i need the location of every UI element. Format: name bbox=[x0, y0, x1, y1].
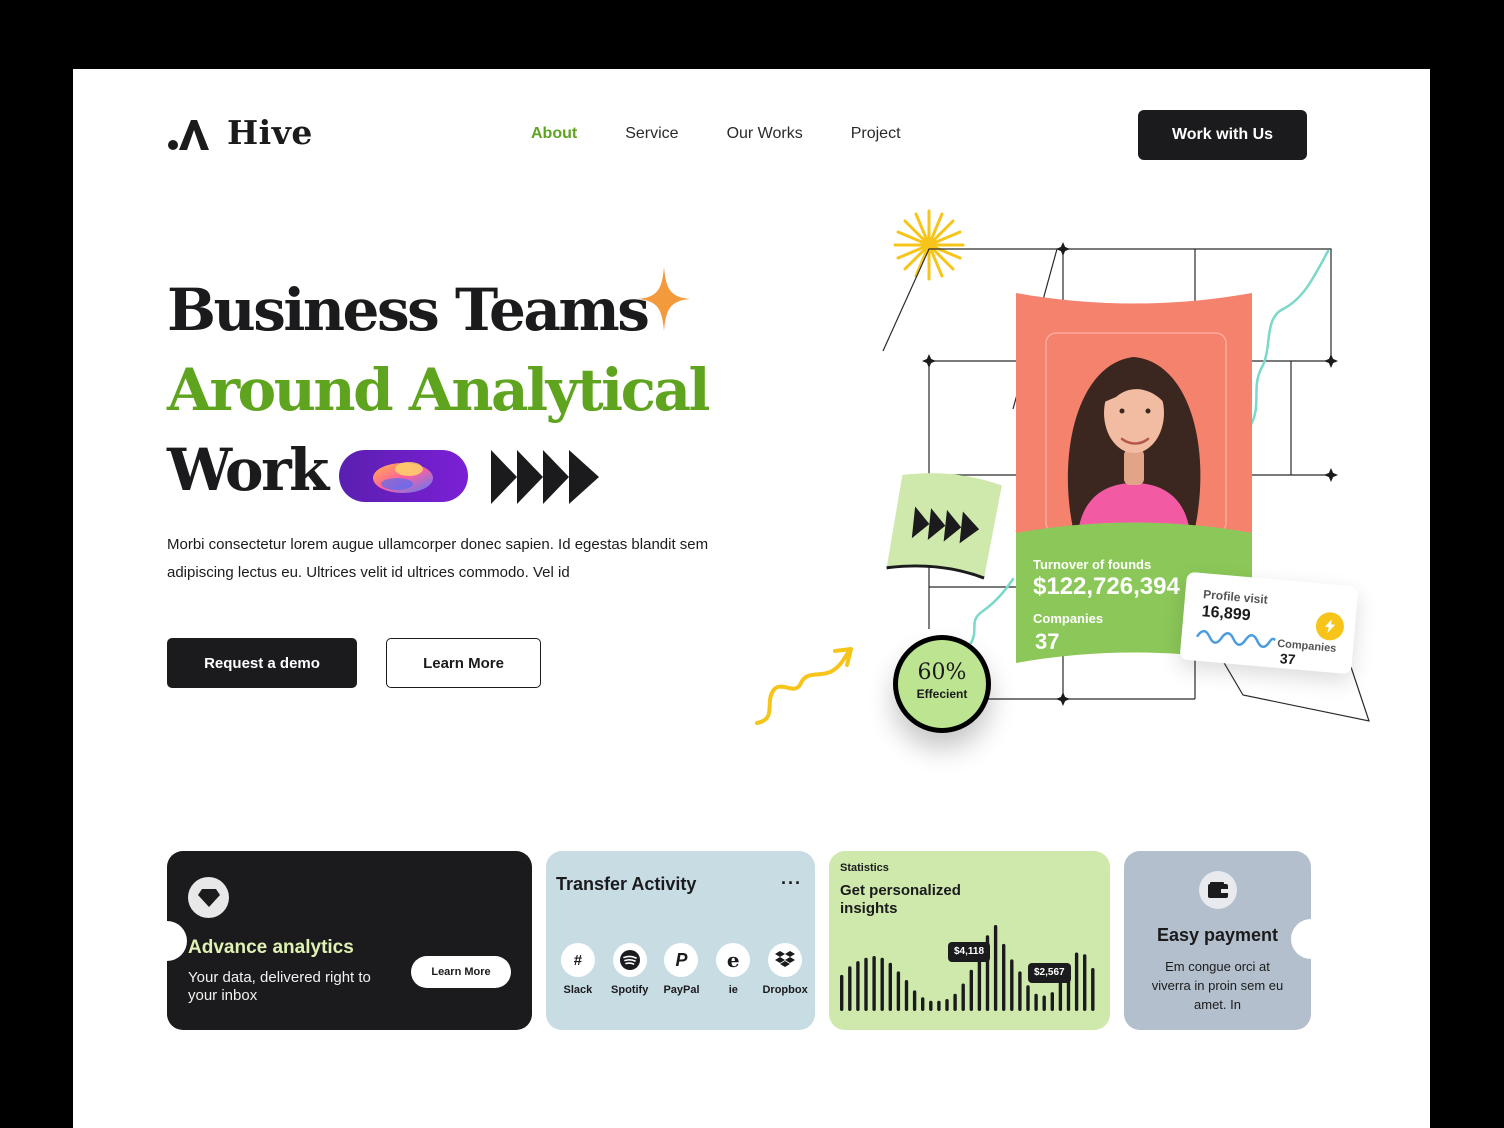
statistics-bar bbox=[888, 962, 892, 1011]
statistics-bar bbox=[1042, 995, 1046, 1011]
app-list: # Slack Spotify P PayPal e ie Dropbox bbox=[552, 943, 811, 996]
statistics-bar bbox=[872, 956, 876, 1011]
statistics-bar bbox=[929, 1000, 933, 1011]
statistics-bar bbox=[921, 997, 925, 1011]
brand-name: Hive bbox=[227, 113, 313, 152]
hero-headline-line-2: Around Analytical bbox=[167, 356, 711, 424]
companies-value: 37 bbox=[1035, 629, 1060, 654]
hero-illustration: Turnover of founds $122,726,394 Companie… bbox=[743, 199, 1383, 759]
easy-payment-card: Easy payment Em congue orci at viverra i… bbox=[1124, 851, 1311, 1030]
brand-logo[interactable]: Hive bbox=[167, 113, 313, 152]
statistics-title: Get personalized insights bbox=[840, 882, 961, 917]
slack-icon: # bbox=[560, 943, 595, 977]
gradient-pill-graphic bbox=[339, 450, 468, 502]
statistics-card: Statistics Get personalized insights $4,… bbox=[829, 851, 1110, 1030]
analytics-learn-more-button[interactable]: Learn More bbox=[411, 956, 511, 988]
statistics-bar bbox=[953, 993, 957, 1011]
payment-card-title: Easy payment bbox=[1156, 925, 1279, 945]
statistics-bar bbox=[912, 990, 917, 1011]
analytics-card-text: Your data, delivered right to your inbox bbox=[188, 969, 371, 1004]
efficiency-value: 60% bbox=[917, 660, 967, 685]
hero-description: Morbi consectetur lorem augue ullamcorpe… bbox=[167, 536, 709, 581]
statistics-bar bbox=[896, 971, 901, 1011]
hero-headline-line-1: Business Teams bbox=[167, 276, 650, 344]
tooltip-right: $2,567 bbox=[1028, 963, 1071, 983]
nav-project[interactable]: Project bbox=[851, 125, 901, 143]
companies-label: Companies bbox=[1033, 611, 1104, 626]
app-spotify[interactable]: Spotify bbox=[604, 943, 656, 996]
tooltip-left: $4,118 bbox=[948, 942, 991, 962]
efficiency-label: Effecient bbox=[916, 687, 968, 701]
statistics-bar bbox=[993, 925, 998, 1011]
statistics-bar bbox=[937, 1000, 941, 1011]
statistics-bar bbox=[1083, 954, 1087, 1011]
payment-card-text: Em congue orci at viverra in proin sem e… bbox=[1151, 959, 1284, 1012]
statistics-bar bbox=[1050, 992, 1054, 1011]
statistics-bar bbox=[904, 980, 909, 1011]
efficiency-badge: 60% Effecient bbox=[893, 635, 991, 733]
analytics-card: Advance analytics Your data, delivered r… bbox=[167, 851, 532, 1030]
statistics-bar bbox=[945, 999, 949, 1011]
statistics-bar bbox=[856, 961, 860, 1011]
lightning-icon bbox=[1314, 611, 1346, 642]
statistics-bar bbox=[1026, 985, 1030, 1011]
dropbox-icon bbox=[768, 943, 803, 977]
app-ie[interactable]: e ie bbox=[707, 943, 759, 996]
spotify-icon bbox=[612, 943, 647, 977]
statistics-bar bbox=[1018, 971, 1022, 1011]
nav-service[interactable]: Service bbox=[625, 125, 678, 143]
abstract-3d-shape-icon bbox=[373, 462, 433, 493]
statistics-bar bbox=[1074, 952, 1079, 1011]
statistics-bar bbox=[1091, 968, 1095, 1011]
nav-about[interactable]: About bbox=[531, 125, 577, 143]
paypal-icon: P bbox=[664, 943, 699, 977]
hive-logo-icon bbox=[168, 119, 209, 150]
forward-arrows-icon bbox=[491, 450, 599, 504]
statistics-bar bbox=[864, 957, 868, 1011]
profile-companies-value: 37 bbox=[1279, 650, 1297, 668]
more-options-icon[interactable]: ··· bbox=[781, 873, 802, 894]
statistics-bar bbox=[880, 957, 884, 1011]
statistics-bar bbox=[1002, 943, 1006, 1011]
sun-icon bbox=[893, 209, 965, 281]
statistics-bar bbox=[1034, 993, 1038, 1011]
app-paypal[interactable]: P PayPal bbox=[656, 943, 708, 996]
statistics-bar bbox=[969, 969, 973, 1011]
statistics-bar bbox=[848, 966, 852, 1011]
diamond-icon bbox=[188, 877, 229, 918]
turnover-value: $122,726,394 bbox=[1033, 573, 1180, 600]
work-with-us-button[interactable]: Work with Us bbox=[1138, 110, 1307, 160]
ie-icon: e bbox=[716, 943, 751, 977]
request-demo-button[interactable]: Request a demo bbox=[167, 638, 357, 688]
sparkle-icon bbox=[638, 267, 690, 331]
transfer-card-title: Transfer Activity bbox=[556, 874, 697, 894]
landing-page: Hive About Service Our Works Project Wor… bbox=[73, 69, 1430, 1128]
wave-line-icon bbox=[1196, 629, 1276, 649]
statistics-bar bbox=[1058, 981, 1063, 1011]
transfer-activity-card: Transfer Activity ··· # Slack Spotify P … bbox=[546, 851, 815, 1030]
profile-visit-value: 16,899 bbox=[1200, 603, 1252, 625]
nav-our-works[interactable]: Our Works bbox=[727, 125, 803, 143]
statistics-eyebrow: Statistics bbox=[840, 862, 889, 874]
app-dropbox[interactable]: Dropbox bbox=[759, 943, 811, 996]
app-slack[interactable]: # Slack bbox=[552, 943, 604, 996]
analytics-card-title: Advance analytics bbox=[188, 937, 354, 958]
hero-headline-line-3: Work bbox=[167, 436, 329, 504]
statistics-bar bbox=[840, 974, 844, 1011]
learn-more-button[interactable]: Learn More bbox=[386, 638, 541, 688]
turnover-label: Turnover of founds bbox=[1033, 557, 1152, 572]
main-nav: About Service Our Works Project bbox=[531, 125, 901, 143]
statistics-bar bbox=[1010, 959, 1014, 1011]
statistics-bar bbox=[961, 983, 965, 1011]
wallet-icon bbox=[1199, 871, 1237, 909]
profile-visit-card: Profile visit 16,899 Companies 37 bbox=[1179, 571, 1359, 675]
